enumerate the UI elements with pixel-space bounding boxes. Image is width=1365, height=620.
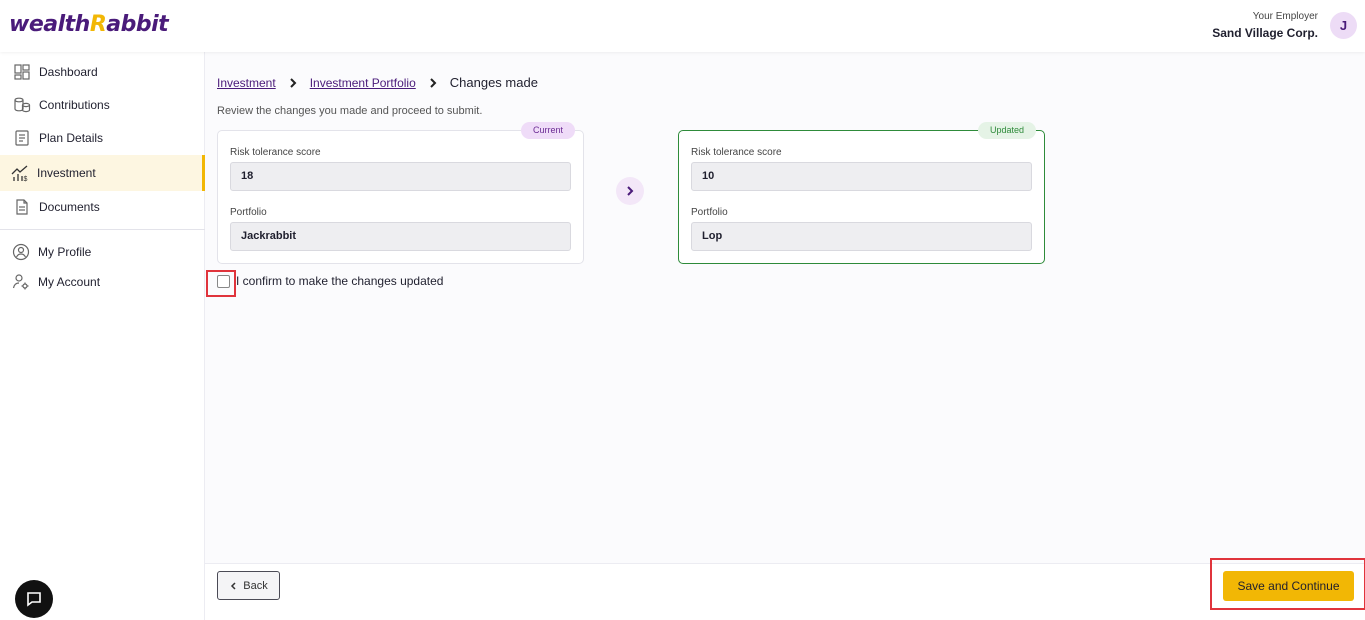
sidebar-item-label: Contributions: [39, 98, 110, 112]
sidebar-item-documents[interactable]: Documents: [0, 190, 205, 224]
document-list-icon: [15, 130, 29, 146]
user-settings-icon: [12, 274, 29, 290]
back-button-label: Back: [243, 579, 268, 592]
copyright-bar: [0, 607, 1365, 620]
chat-bubble-icon: [27, 592, 41, 607]
sidebar-item-investment[interactable]: $ Investment: [0, 155, 205, 191]
chart-growth-icon: $: [11, 165, 28, 182]
compare-arrow: [616, 177, 644, 205]
sidebar-item-label: Plan Details: [39, 131, 104, 145]
logo-text-1: wealth: [9, 12, 90, 37]
current-card: Current Risk tolerance score 18 Portfoli…: [217, 122, 584, 264]
breadcrumb-current: Changes made: [449, 75, 538, 90]
chevron-right-icon: [289, 77, 297, 88]
back-button[interactable]: Back: [217, 571, 280, 600]
current-portfolio-field: Jackrabbit: [230, 222, 571, 251]
action-footer: Back Save and Continue: [205, 558, 1365, 610]
confirm-checkbox[interactable]: [217, 274, 230, 288]
updated-card: Updated Risk tolerance score 10 Portfoli…: [678, 122, 1045, 264]
page-subtitle: Review the changes you made and proceed …: [217, 105, 483, 117]
main-content: Investment Investment Portfolio Changes …: [205, 52, 1365, 563]
chevron-right-icon: [627, 186, 634, 196]
sidebar-item-label: Documents: [39, 200, 100, 214]
sidebar-item-label: My Account: [38, 275, 101, 289]
sidebar-item-contributions[interactable]: Contributions: [0, 88, 205, 122]
sidebar-item-label: My Profile: [38, 245, 92, 259]
risk-score-label: Risk tolerance score: [230, 147, 321, 158]
dashboard-icon: [14, 64, 30, 80]
sidebar-item-label: Dashboard: [39, 65, 98, 79]
sidebar-divider: [0, 229, 205, 230]
portfolio-label: Portfolio: [230, 207, 267, 218]
employer-name: Sand Village Corp.: [1212, 26, 1318, 40]
file-icon: [16, 199, 28, 215]
chat-button[interactable]: [15, 580, 53, 618]
sidebar-item-my-profile[interactable]: My Profile: [0, 235, 205, 269]
chevron-left-icon: [231, 581, 236, 590]
save-and-continue-button[interactable]: Save and Continue: [1223, 571, 1354, 601]
sidebar-item-label: Investment: [37, 166, 96, 180]
confirm-label[interactable]: I confirm to make the changes updated: [236, 274, 443, 288]
chevron-right-icon: [430, 77, 437, 88]
top-bar: wealthRabbit Your Employer Sand Village …: [0, 0, 1365, 52]
confirm-row: I confirm to make the changes updated: [217, 274, 443, 288]
breadcrumb-investment-portfolio[interactable]: Investment Portfolio: [310, 76, 416, 90]
current-risk-score-field: 18: [230, 162, 571, 191]
svg-text:$: $: [24, 176, 28, 182]
breadcrumb-investment[interactable]: Investment: [217, 76, 276, 90]
coins-icon: [14, 97, 31, 113]
risk-score-label: Risk tolerance score: [691, 147, 782, 158]
sidebar-item-my-account[interactable]: My Account: [0, 265, 205, 299]
logo-text-3: abbit: [106, 12, 169, 37]
breadcrumb: Investment Investment Portfolio Changes …: [217, 75, 538, 90]
user-circle-icon: [12, 243, 30, 261]
wealthrabbit-logo[interactable]: wealthRabbit: [9, 12, 169, 37]
employer-info: Your Employer Sand Village Corp.: [1212, 11, 1318, 40]
portfolio-label: Portfolio: [691, 207, 728, 218]
updated-risk-score-field: 10: [691, 162, 1032, 191]
logo-text-2: R: [89, 12, 107, 37]
updated-badge: Updated: [977, 122, 1036, 139]
avatar[interactable]: J: [1330, 12, 1357, 39]
employer-label: Your Employer: [1252, 11, 1318, 22]
current-badge: Current: [520, 122, 575, 139]
sidebar-item-plan-details[interactable]: Plan Details: [0, 121, 205, 155]
sidebar-item-dashboard[interactable]: Dashboard: [0, 55, 205, 89]
updated-portfolio-field: Lop: [691, 222, 1032, 251]
sidebar: Dashboard Contributions Plan Details $ I…: [0, 52, 205, 620]
